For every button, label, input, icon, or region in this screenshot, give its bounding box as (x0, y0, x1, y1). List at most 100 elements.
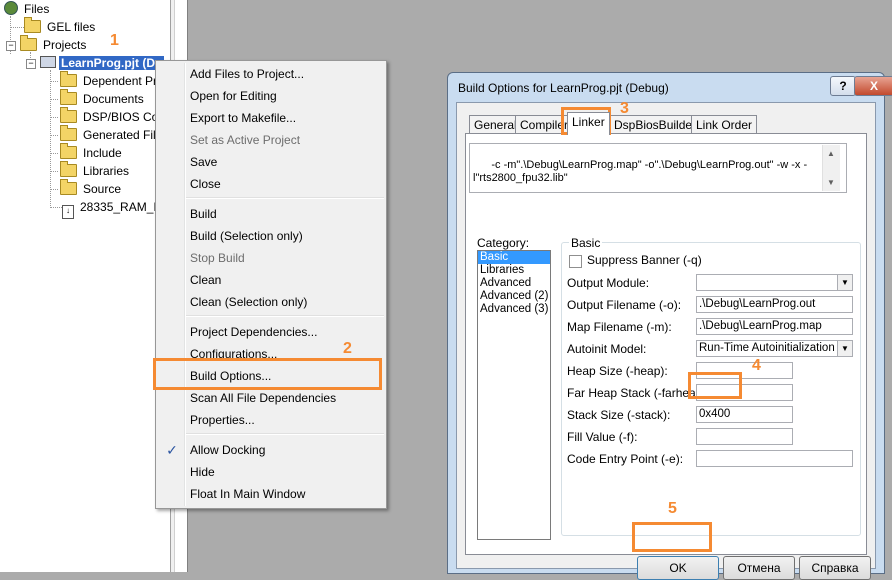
tree-node-label: LearnProg.pjt (De (59, 56, 164, 70)
field-value: .\Debug\LearnProg.map (699, 320, 822, 332)
menu-item-scan-all-file-dependencies[interactable]: Scan All File Dependencies (190, 387, 380, 409)
annotation-number: 3 (620, 100, 629, 117)
menu-item-add-files-to-project[interactable]: Add Files to Project... (190, 63, 380, 85)
menu-item-open-for-editing[interactable]: Open for Editing (190, 85, 380, 107)
output-module-label: Output Module: (567, 276, 650, 290)
tree-node-files[interactable]: Files (4, 0, 51, 18)
category-item[interactable]: Basic (478, 251, 550, 264)
tree-node-label: Source (83, 182, 122, 196)
tree-node-label: Include (83, 146, 122, 160)
autoinit-model-select[interactable]: Run-Time Autoinitialization (-c ▼ (696, 340, 853, 357)
stack-size-field[interactable]: 0x400 (696, 406, 793, 423)
fill-value-label: Fill Value (-f): (567, 430, 638, 444)
tree-node-projects[interactable]: − Projects (6, 35, 88, 54)
collapse-icon[interactable]: − (6, 41, 16, 51)
highlight-build-options (153, 358, 382, 390)
category-item[interactable]: Libraries (478, 264, 550, 277)
tree-node-label: Generated File (83, 128, 163, 142)
check-icon: ✓ (166, 442, 178, 458)
menu-separator (186, 197, 384, 199)
category-item[interactable]: Advanced (3) (478, 303, 550, 316)
menu-item-set-as-active-project: Set as Active Project (190, 133, 301, 147)
cancel-button[interactable]: Отмена (723, 556, 795, 580)
tree-node-folder[interactable]: Documents (60, 89, 146, 108)
tree-node-file[interactable]: ↓ 28335_RAM_Ir (62, 198, 163, 219)
tree-node-folder[interactable]: Libraries (60, 161, 131, 180)
menu-item-clean-selection-only[interactable]: Clean (Selection only) (190, 291, 380, 313)
build-options-dialog: Build Options for LearnProg.pjt (Debug) … (447, 72, 892, 580)
heap-size-label: Heap Size (-heap): (567, 364, 668, 378)
tree-node-gel-files[interactable]: GEL files (24, 17, 97, 36)
menu-item-allow-docking[interactable]: Allow Docking (190, 439, 380, 461)
folder-icon (24, 17, 41, 33)
files-root-icon (4, 1, 18, 15)
suppress-banner-checkbox[interactable] (569, 255, 582, 268)
folder-icon (60, 143, 77, 159)
menu-item-properties[interactable]: Properties... (190, 409, 380, 431)
code-entry-point-field[interactable] (696, 450, 853, 467)
map-filename-field[interactable]: .\Debug\LearnProg.map (696, 318, 853, 335)
menu-item-float-in-main-window[interactable]: Float In Main Window (190, 483, 380, 505)
category-item[interactable]: Advanced (478, 277, 550, 290)
category-item[interactable]: Advanced (2) (478, 290, 550, 303)
tab-linker[interactable]: Linker (567, 112, 610, 135)
tab-link-order[interactable]: Link Order (691, 115, 758, 134)
annotation-number: 2 (343, 340, 352, 357)
folder-icon (60, 179, 77, 195)
tree-node-label: 28335_RAM_Ir (80, 200, 161, 214)
tree-node-label: DSP/BIOS Cor (83, 110, 163, 124)
tree-node-label: Projects (43, 38, 87, 52)
tree-node-folder[interactable]: Include (60, 143, 124, 162)
menu-item-close[interactable]: Close (190, 173, 380, 195)
command-line-text: -c -m".\Debug\LearnProg.map" -o".\Debug\… (473, 159, 808, 184)
highlight-stack-size (688, 372, 742, 399)
output-filename-field[interactable]: .\Debug\LearnProg.out (696, 296, 853, 313)
tree-node-folder[interactable]: Dependent Pr (60, 71, 159, 90)
menu-item-export-to-makefile[interactable]: Export to Makefile... (190, 107, 380, 129)
category-label: Category: (477, 236, 530, 250)
folder-icon (60, 71, 77, 87)
tree-node-folder[interactable]: DSP/BIOS Cor (60, 107, 164, 126)
field-value: Run-Time Autoinitialization (-c (699, 342, 852, 354)
highlight-ok-button (632, 522, 712, 552)
menu-item-build-selection-only[interactable]: Build (Selection only) (190, 225, 380, 247)
scroll-down-icon[interactable]: ▼ (827, 176, 835, 189)
folder-icon (20, 35, 37, 51)
tab-general[interactable]: General (469, 115, 522, 134)
dropdown-arrow-icon[interactable]: ▼ (837, 341, 852, 356)
output-module-select[interactable]: ▼ (696, 274, 853, 291)
help-button[interactable]: ? (830, 76, 856, 96)
annotation-number: 4 (752, 357, 761, 374)
dropdown-arrow-icon[interactable]: ▼ (837, 275, 852, 290)
command-scrollbar[interactable]: ▲ ▼ (822, 145, 840, 191)
menu-item-save[interactable]: Save (190, 151, 380, 173)
project-tree: Files GEL files − Projects − LearnProg.pjt… (0, 0, 170, 572)
menu-item-build[interactable]: Build (190, 203, 380, 225)
folder-icon (60, 125, 77, 141)
annotation-number: 5 (668, 500, 677, 517)
scroll-up-icon[interactable]: ▲ (827, 147, 835, 160)
annotation-number: 1 (110, 32, 119, 49)
help-ru-button[interactable]: Справка (799, 556, 871, 580)
tree-node-project[interactable]: − LearnProg.pjt (De (26, 54, 164, 72)
stack-size-label: Stack Size (-stack): (567, 408, 671, 422)
menu-separator (186, 315, 384, 317)
output-filename-label: Output Filename (-o): (567, 298, 682, 312)
folder-icon (60, 89, 77, 105)
group-title: Basic (569, 236, 603, 250)
project-file-icon (40, 56, 56, 68)
ok-button[interactable]: OK (637, 556, 719, 580)
tree-node-folder[interactable]: Generated File (60, 125, 164, 144)
menu-item-hide[interactable]: Hide (190, 461, 380, 483)
source-file-icon: ↓ (62, 205, 74, 219)
fill-value-field[interactable] (696, 428, 793, 445)
collapse-icon[interactable]: − (26, 59, 36, 69)
close-button[interactable]: X (854, 76, 892, 96)
category-list[interactable]: Basic Libraries Advanced Advanced (2) Advanc… (477, 250, 551, 540)
tree-node-label: Dependent Pr (83, 74, 158, 88)
tree-node-label: Files (24, 2, 50, 16)
menu-item-clean[interactable]: Clean (190, 269, 380, 291)
command-line-box[interactable]: -c -m".\Debug\LearnProg.map" -o".\Debug\… (469, 143, 847, 193)
dialog-title: Build Options for LearnProg.pjt (Debug) (458, 81, 669, 95)
tree-node-folder[interactable]: Source (60, 179, 123, 198)
